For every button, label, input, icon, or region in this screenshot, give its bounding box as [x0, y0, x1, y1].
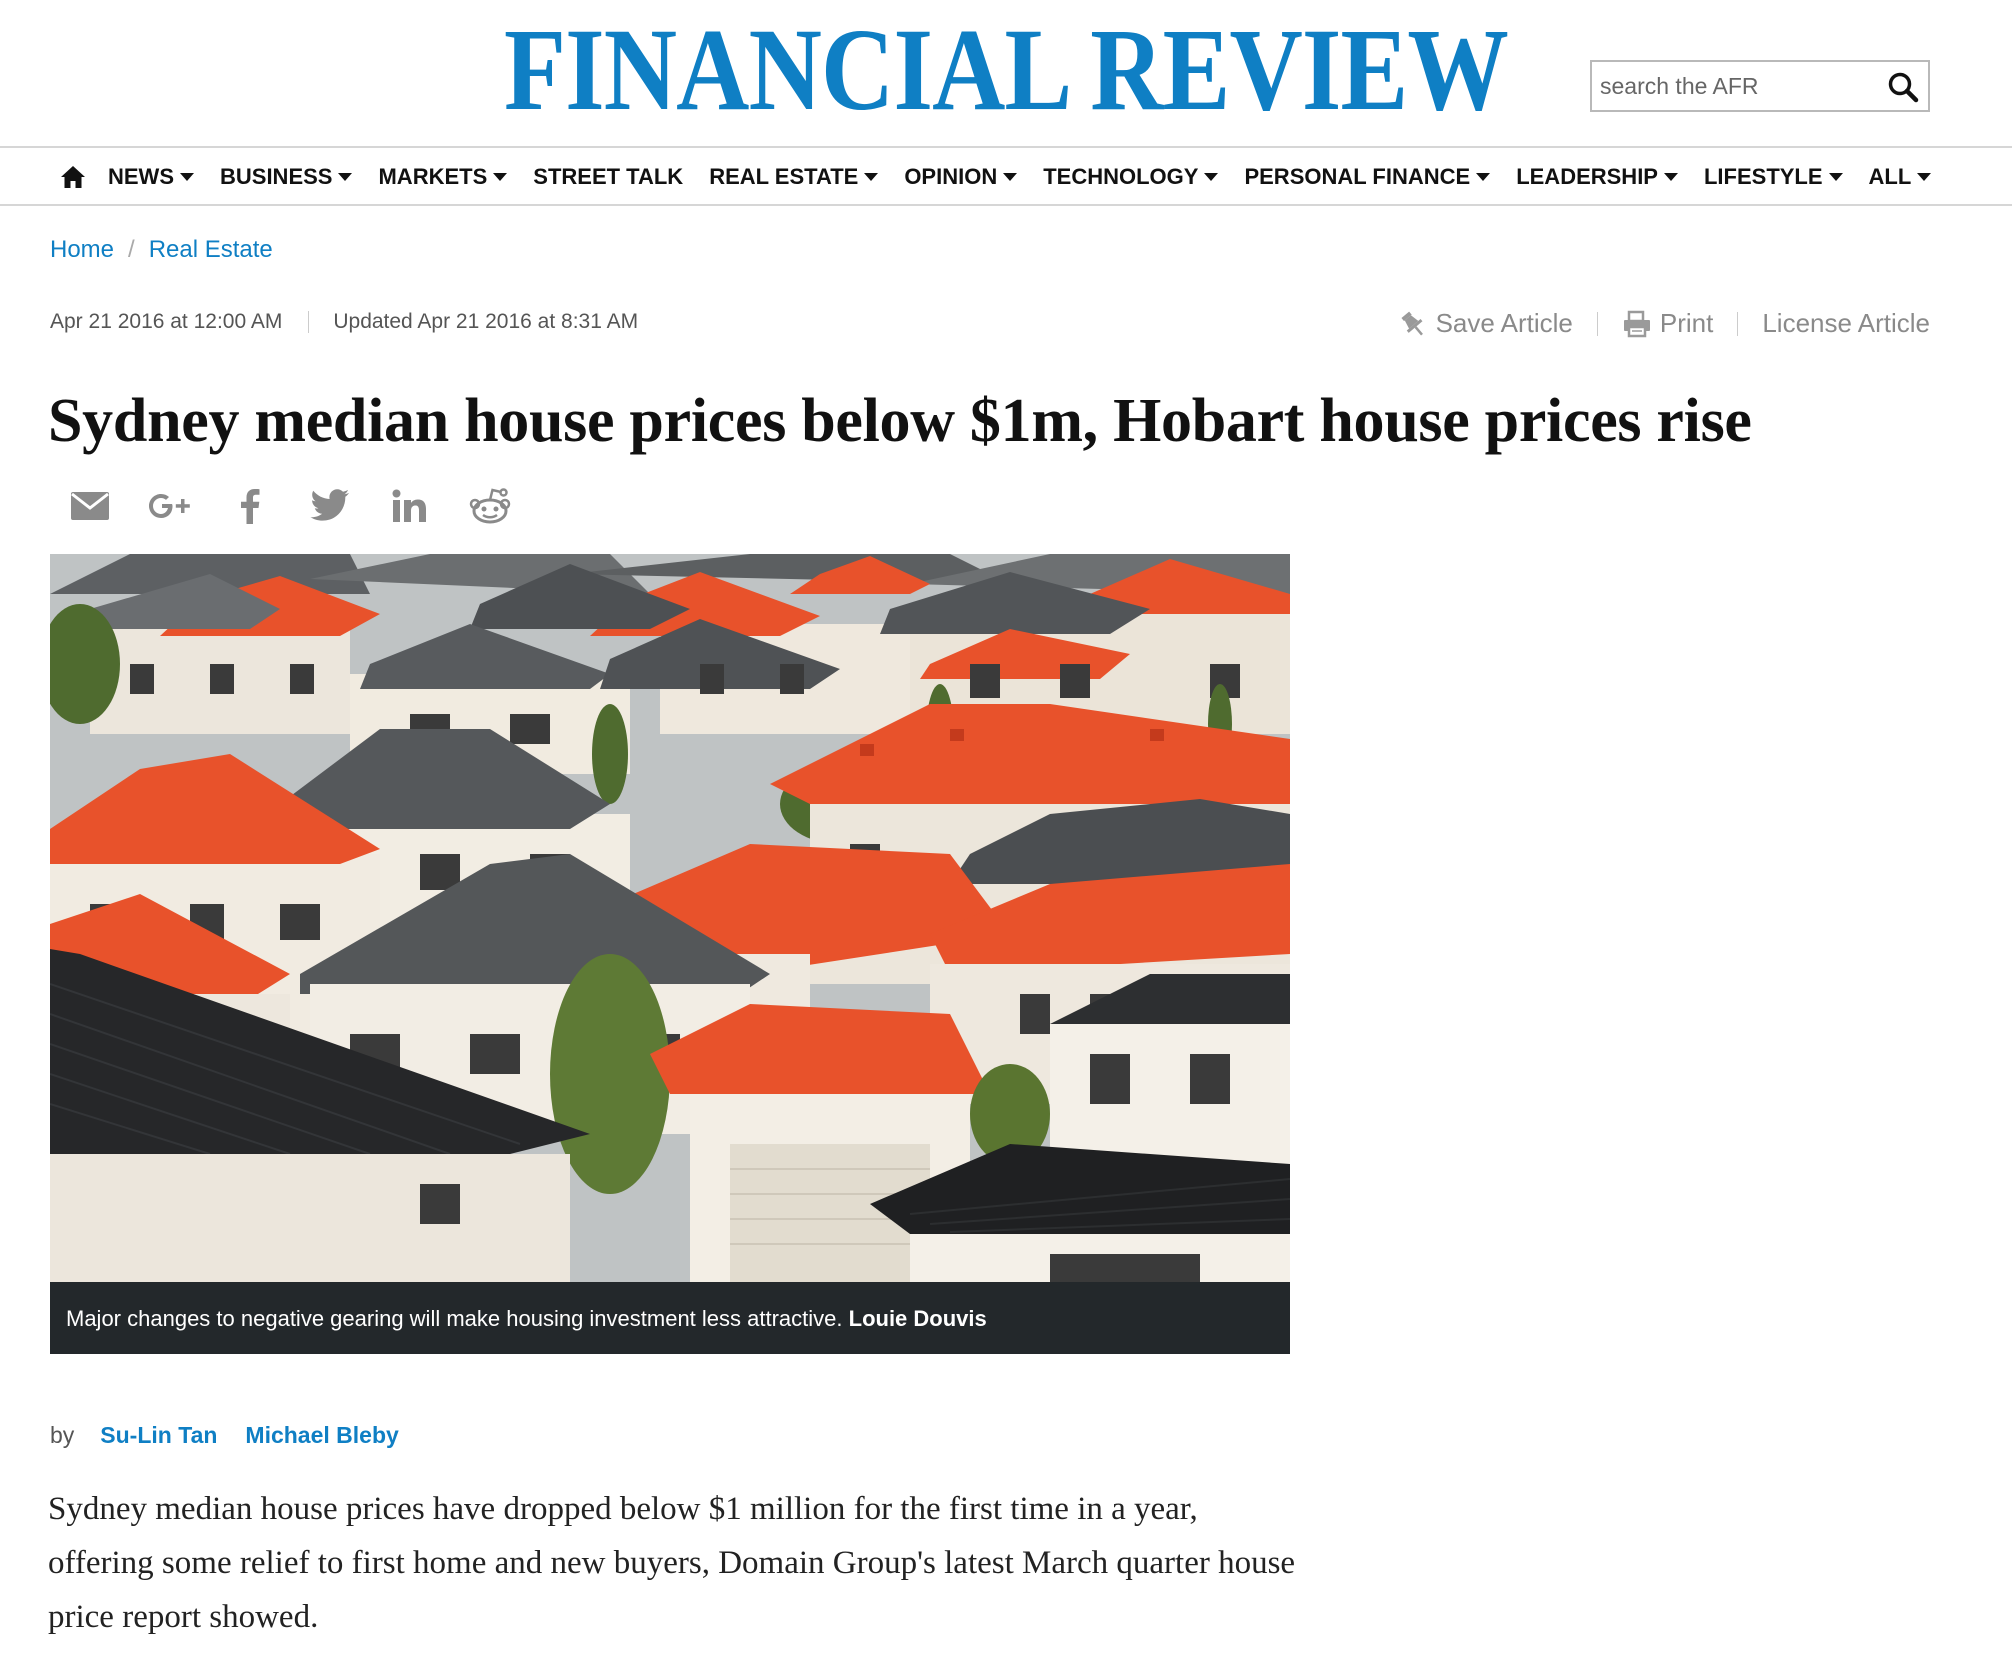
printer-icon	[1623, 310, 1650, 337]
nav-item-business[interactable]: BUSINESS	[220, 164, 353, 190]
caret-down-icon	[1204, 173, 1219, 181]
caret-down-icon	[1663, 173, 1678, 181]
main-nav: NEWS BUSINESS MARKETS STREET TALK REAL ESTAT…	[0, 150, 2012, 206]
caret-down-icon	[1828, 173, 1843, 181]
nav-item-label: BUSINESS	[220, 164, 333, 189]
breadcrumb-home[interactable]: Home	[50, 236, 114, 264]
twitter-icon[interactable]	[308, 484, 352, 528]
print-label: Print	[1659, 308, 1714, 338]
article-dates: Apr 21 2016 at 12:00 AM Updated Apr 21 2…	[50, 310, 638, 334]
nav-item-label: PERSONAL FINANCE	[1244, 164, 1471, 189]
nav-item-personal-finance[interactable]: PERSONAL FINANCE	[1244, 164, 1491, 190]
nav-item-lifestyle[interactable]: LIFESTYLE	[1704, 164, 1843, 190]
nav-item-real-estate[interactable]: REAL ESTATE	[709, 164, 879, 190]
caret-down-icon	[864, 173, 879, 181]
social-share-bar	[68, 484, 548, 528]
nav-item-label: OPINION	[904, 164, 998, 189]
nav-item-label: REAL ESTATE	[709, 164, 859, 189]
caret-down-icon	[1917, 173, 1932, 181]
hero-image	[50, 554, 1290, 1282]
caret-down-icon	[338, 173, 353, 181]
masthead: FINANCIAL REVIEW	[0, 0, 2012, 148]
nav-item-label: NEWS	[108, 164, 174, 189]
breadcrumb: Home / Real Estate	[50, 236, 273, 264]
tools-divider	[1596, 311, 1598, 336]
nav-item-opinion[interactable]: OPINION	[904, 164, 1018, 190]
nav-item-label: STREET TALK	[533, 164, 684, 189]
nav-item-technology[interactable]: TECHNOLOGY	[1043, 164, 1219, 190]
suburban-houses-illustration	[50, 554, 1290, 1282]
article-body-paragraph: Sydney median house prices have dropped …	[48, 1491, 1296, 1635]
caption-credit: Louie Douvis	[848, 1306, 987, 1331]
date-divider	[308, 311, 310, 333]
save-article-label: Save Article	[1435, 308, 1573, 338]
caret-down-icon	[1003, 173, 1018, 181]
google-plus-icon[interactable]	[148, 484, 192, 528]
nav-item-label: LEADERSHIP	[1516, 164, 1658, 189]
search-box	[1590, 60, 1930, 112]
breadcrumb-separator: /	[128, 236, 135, 263]
email-icon[interactable]	[68, 484, 112, 528]
caret-down-icon	[180, 173, 194, 181]
pin-icon	[1401, 311, 1423, 336]
tools-divider	[1737, 311, 1739, 336]
caret-down-icon	[1476, 173, 1491, 181]
save-article-button[interactable]: Save Article	[1398, 308, 1573, 339]
updated-date: Updated Apr 21 2016 at 8:31 AM	[333, 310, 639, 333]
linkedin-icon[interactable]	[388, 484, 432, 528]
nav-item-markets[interactable]: MARKETS	[378, 164, 508, 190]
nav-item-all[interactable]: ALL	[1869, 164, 1932, 190]
nav-item-street-talk[interactable]: STREET TALK	[533, 164, 683, 190]
caption-text: Major changes to negative gearing will m…	[66, 1306, 849, 1331]
author-link[interactable]: Su-Lin Tan	[100, 1422, 217, 1449]
article-headline: Sydney median house prices below $1m, Ho…	[48, 387, 1752, 455]
author-link[interactable]: Michael Bleby	[245, 1422, 398, 1449]
home-icon[interactable]	[58, 162, 88, 192]
nav-item-label: ALL	[1868, 164, 1912, 189]
published-date: Apr 21 2016 at 12:00 AM	[50, 310, 283, 333]
byline-by: by	[50, 1422, 75, 1448]
nav-item-leadership[interactable]: LEADERSHIP	[1516, 164, 1678, 190]
license-article-label: License Article	[1762, 308, 1930, 338]
byline: by Su-Lin Tan Michael Bleby	[50, 1422, 399, 1449]
nav-item-news[interactable]: NEWS	[108, 164, 194, 190]
nav-item-label: MARKETS	[378, 164, 488, 189]
image-caption: Major changes to negative gearing will m…	[50, 1282, 1290, 1354]
article-tools: Save Article Print License Article	[1398, 308, 1930, 339]
breadcrumb-real-estate[interactable]: Real Estate	[149, 236, 273, 264]
search-icon[interactable]	[1884, 70, 1922, 104]
facebook-icon[interactable]	[228, 484, 272, 528]
search-input[interactable]	[1600, 68, 1870, 104]
nav-item-label: TECHNOLOGY	[1043, 164, 1199, 189]
license-article-button[interactable]: License Article	[1762, 308, 1930, 339]
nav-item-label: LIFESTYLE	[1703, 164, 1823, 189]
reddit-icon[interactable]	[468, 484, 512, 528]
print-button[interactable]: Print	[1622, 308, 1713, 339]
caret-down-icon	[493, 173, 508, 181]
